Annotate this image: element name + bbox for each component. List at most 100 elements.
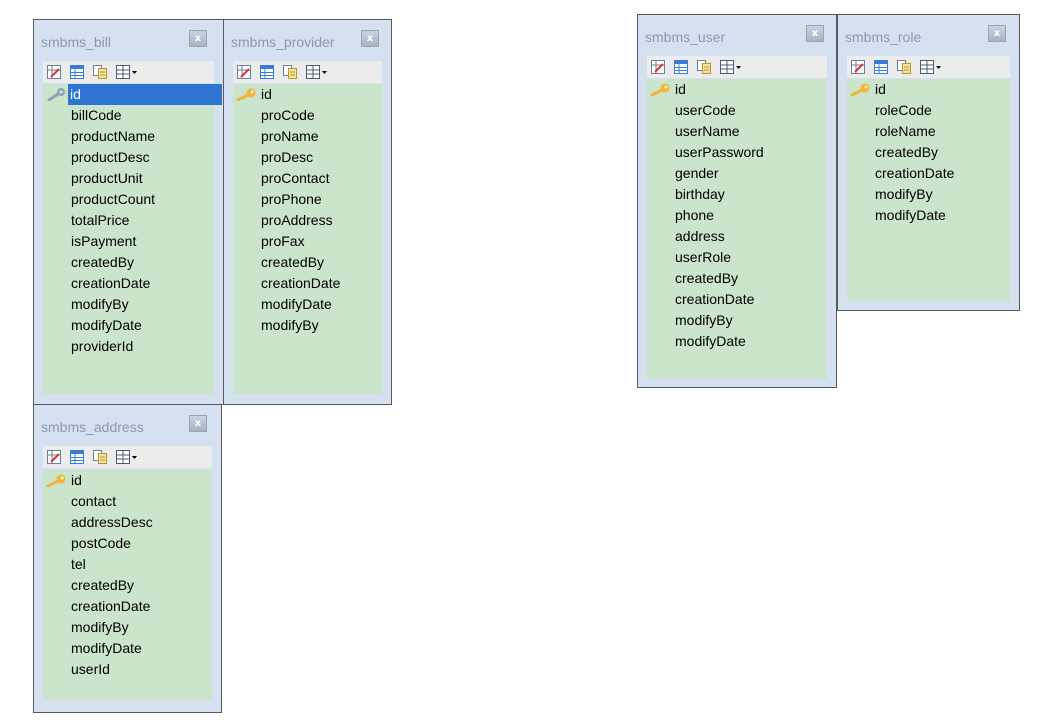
field-name: postCode: [71, 535, 131, 551]
table-title: smbms_user: [645, 29, 726, 45]
field-row[interactable]: totalPrice: [43, 210, 214, 231]
field-row[interactable]: id: [847, 79, 1010, 100]
table-toolbar: [647, 56, 827, 78]
field-row[interactable]: proName: [233, 126, 382, 147]
close-button[interactable]: x: [988, 25, 1006, 42]
field-row[interactable]: modifyBy: [647, 310, 827, 331]
field-row[interactable]: id: [43, 84, 222, 105]
field-name: roleCode: [875, 102, 932, 118]
copy-table-icon[interactable]: [93, 450, 107, 464]
field-row[interactable]: roleName: [847, 121, 1010, 142]
field-row[interactable]: isPayment: [43, 231, 214, 252]
field-row[interactable]: proFax: [233, 231, 382, 252]
field-name: providerId: [71, 338, 134, 354]
field-row[interactable]: productName: [43, 126, 214, 147]
field-name: productCount: [71, 191, 156, 207]
field-row[interactable]: id: [647, 79, 827, 100]
table-toolbar: [847, 56, 1010, 78]
field-row[interactable]: modifyDate: [43, 638, 212, 659]
field-name: proCode: [261, 107, 315, 123]
field-row[interactable]: modifyBy: [43, 617, 212, 638]
field-row[interactable]: productUnit: [43, 168, 214, 189]
field-row[interactable]: proAddress: [233, 210, 382, 231]
copy-table-icon[interactable]: [697, 60, 711, 74]
field-row[interactable]: address: [647, 226, 827, 247]
close-button[interactable]: x: [189, 415, 207, 432]
copy-table-icon[interactable]: [283, 65, 297, 79]
field-row[interactable]: userId: [43, 659, 212, 680]
field-row[interactable]: providerId: [43, 336, 214, 357]
field-row[interactable]: modifyDate: [647, 331, 827, 352]
field-name: modifyDate: [261, 296, 332, 312]
table-grid-menu-icon[interactable]: [116, 450, 138, 464]
table-design-icon[interactable]: [674, 60, 688, 74]
field-row[interactable]: creationDate: [43, 273, 214, 294]
table-grid-menu-icon[interactable]: [920, 60, 942, 74]
field-row[interactable]: productDesc: [43, 147, 214, 168]
field-name: isPayment: [71, 233, 137, 249]
field-row[interactable]: creationDate: [43, 596, 212, 617]
field-row[interactable]: userPassword: [647, 142, 827, 163]
field-row[interactable]: id: [43, 470, 212, 491]
table-box-user[interactable]: smbms_user x id userCode userName userPasswor…: [637, 14, 837, 388]
field-row[interactable]: userRole: [647, 247, 827, 268]
field-row[interactable]: billCode: [43, 105, 214, 126]
table-grid-menu-icon[interactable]: [720, 60, 742, 74]
field-row[interactable]: proPhone: [233, 189, 382, 210]
field-name: productName: [71, 128, 156, 144]
field-row[interactable]: modifyBy: [847, 184, 1010, 205]
field-row[interactable]: creationDate: [647, 289, 827, 310]
field-row[interactable]: birthday: [647, 184, 827, 205]
edit-table-icon[interactable]: [651, 60, 665, 74]
field-row[interactable]: creationDate: [233, 273, 382, 294]
field-row[interactable]: createdBy: [647, 268, 827, 289]
close-button[interactable]: x: [189, 30, 207, 47]
table-box-role[interactable]: smbms_role x id roleCode roleName createdBy cr…: [837, 14, 1020, 311]
edit-table-icon[interactable]: [47, 65, 61, 79]
field-row[interactable]: proDesc: [233, 147, 382, 168]
field-row[interactable]: userName: [647, 121, 827, 142]
table-grid-menu-icon[interactable]: [306, 65, 328, 79]
copy-table-icon[interactable]: [93, 65, 107, 79]
table-box-provider[interactable]: smbms_provider x id proCode proName proDesc pr…: [223, 19, 392, 405]
field-row[interactable]: userCode: [647, 100, 827, 121]
field-row[interactable]: modifyDate: [233, 294, 382, 315]
field-row[interactable]: createdBy: [43, 575, 212, 596]
field-row[interactable]: modifyDate: [847, 205, 1010, 226]
field-name: productDesc: [71, 149, 150, 165]
table-grid-menu-icon[interactable]: [116, 65, 138, 79]
copy-table-icon[interactable]: [897, 60, 911, 74]
field-row[interactable]: addressDesc: [43, 512, 212, 533]
field-row[interactable]: tel: [43, 554, 212, 575]
field-row[interactable]: modifyBy: [43, 294, 214, 315]
field-row[interactable]: roleCode: [847, 100, 1010, 121]
table-design-icon[interactable]: [874, 60, 888, 74]
close-button[interactable]: x: [361, 30, 379, 47]
edit-table-icon[interactable]: [851, 60, 865, 74]
field-row[interactable]: createdBy: [233, 252, 382, 273]
field-row[interactable]: modifyDate: [43, 315, 214, 336]
field-row[interactable]: postCode: [43, 533, 212, 554]
close-button[interactable]: x: [806, 25, 824, 42]
field-name: id: [68, 84, 222, 105]
field-row[interactable]: createdBy: [847, 142, 1010, 163]
field-name: contact: [71, 493, 117, 509]
field-row[interactable]: modifyBy: [233, 315, 382, 336]
field-row[interactable]: proContact: [233, 168, 382, 189]
table-design-icon[interactable]: [70, 450, 84, 464]
field-row[interactable]: id: [233, 84, 382, 105]
field-name: id: [261, 86, 272, 102]
table-box-address[interactable]: smbms_address x id contact addressDesc postCo…: [33, 404, 222, 713]
field-row[interactable]: contact: [43, 491, 212, 512]
table-box-bill[interactable]: smbms_bill x id billCode productName productD…: [33, 19, 224, 405]
field-row[interactable]: proCode: [233, 105, 382, 126]
table-design-icon[interactable]: [260, 65, 274, 79]
field-row[interactable]: creationDate: [847, 163, 1010, 184]
edit-table-icon[interactable]: [237, 65, 251, 79]
field-row[interactable]: phone: [647, 205, 827, 226]
field-row[interactable]: createdBy: [43, 252, 214, 273]
field-row[interactable]: productCount: [43, 189, 214, 210]
edit-table-icon[interactable]: [47, 450, 61, 464]
table-design-icon[interactable]: [70, 65, 84, 79]
field-row[interactable]: gender: [647, 163, 827, 184]
